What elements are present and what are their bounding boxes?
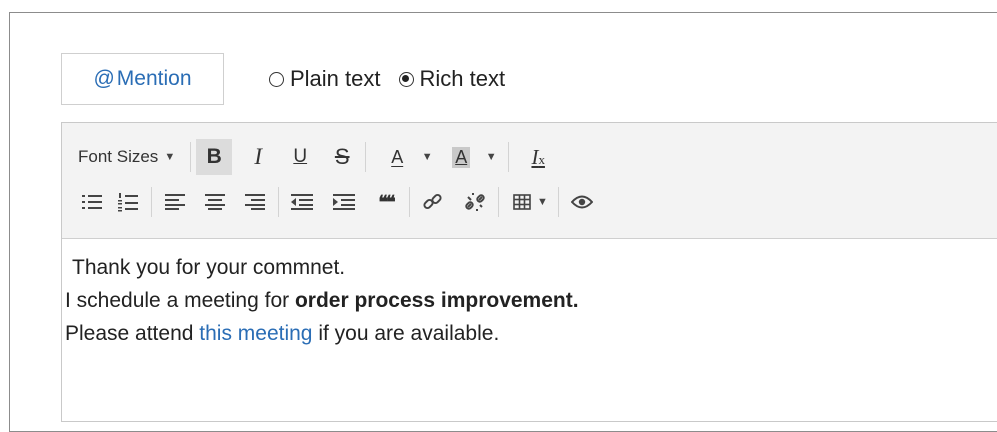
align-right-icon bbox=[245, 194, 265, 210]
clear-format-icon: Ix bbox=[531, 144, 545, 169]
toolbar-separator bbox=[508, 142, 510, 172]
radio-unchecked-icon[interactable] bbox=[269, 71, 284, 87]
toolbar-row-2: ❝❝ ▼ bbox=[62, 182, 997, 222]
caret-down-icon: ▼ bbox=[421, 151, 433, 163]
unlink-icon bbox=[465, 193, 485, 211]
bullet-list-icon bbox=[82, 195, 102, 209]
table-icon bbox=[513, 194, 531, 210]
text-color-icon: A bbox=[391, 146, 404, 167]
rich-text-editor: Font Sizes ▼ B I U S A ▼ A ▼ Ix ❝❝ ▼ Tha… bbox=[61, 122, 997, 422]
strikethrough-button[interactable]: S bbox=[324, 139, 360, 175]
numbered-list-button[interactable] bbox=[110, 184, 146, 220]
link-button[interactable] bbox=[415, 184, 451, 220]
numbered-list-icon bbox=[118, 193, 138, 212]
table-dropdown-button[interactable]: ▼ bbox=[508, 184, 553, 220]
background-color-icon: A bbox=[452, 146, 471, 168]
radio-checked-icon[interactable] bbox=[398, 71, 414, 87]
align-left-icon bbox=[165, 194, 185, 210]
align-center-icon bbox=[205, 194, 225, 210]
toolbar-separator bbox=[151, 187, 152, 217]
toolbar-separator bbox=[557, 187, 559, 217]
outdent-button[interactable] bbox=[284, 184, 320, 220]
editor-content[interactable]: Thank you for your commnet. I schedule a… bbox=[62, 239, 997, 421]
caret-down-icon: ▼ bbox=[164, 151, 176, 163]
mention-label: Mention bbox=[116, 67, 192, 90]
rich-text-label: Rich text bbox=[419, 66, 506, 91]
align-center-button[interactable] bbox=[197, 184, 233, 220]
toolbar-separator bbox=[278, 187, 279, 217]
content-text: if you are available. bbox=[312, 322, 500, 345]
indent-icon bbox=[333, 194, 355, 210]
content-line-2: I schedule a meeting for order process i… bbox=[62, 284, 997, 317]
content-text: Please attend bbox=[65, 322, 200, 345]
editor-toolbar: Font Sizes ▼ B I U S A ▼ A ▼ Ix ❝❝ ▼ bbox=[62, 123, 997, 239]
content-text: I schedule a meeting for bbox=[65, 289, 295, 312]
toolbar-separator bbox=[409, 187, 410, 217]
background-color-button[interactable]: A bbox=[443, 139, 479, 175]
text-color-dropdown[interactable]: ▼ bbox=[415, 139, 439, 175]
toolbar-row-1: Font Sizes ▼ B I U S A ▼ A ▼ Ix bbox=[62, 137, 997, 177]
toolbar-separator bbox=[190, 142, 192, 172]
bold-button[interactable]: B bbox=[196, 139, 233, 175]
font-sizes-label: Font Sizes bbox=[78, 147, 159, 166]
preview-button[interactable] bbox=[564, 184, 600, 220]
text-color-button[interactable]: A bbox=[379, 139, 415, 175]
caret-down-icon: ▼ bbox=[485, 151, 497, 163]
font-sizes-dropdown[interactable]: Font Sizes ▼ bbox=[62, 139, 185, 175]
plain-text-label: Plain text bbox=[290, 66, 381, 91]
bold-text: order process improvement. bbox=[294, 289, 579, 312]
rich-text-radio[interactable]: Rich text bbox=[398, 66, 506, 92]
plain-text-radio[interactable]: Plain text bbox=[269, 66, 381, 92]
caret-down-icon: ▼ bbox=[537, 196, 548, 208]
link-icon bbox=[423, 193, 442, 210]
align-left-button[interactable] bbox=[157, 184, 193, 220]
mention-button[interactable]: @ Mention bbox=[61, 53, 224, 105]
toolbar-separator bbox=[498, 187, 499, 217]
content-line-1: Thank you for your commnet. bbox=[72, 256, 346, 279]
align-right-button[interactable] bbox=[237, 184, 273, 220]
indent-button[interactable] bbox=[326, 184, 362, 220]
format-selector: Plain text Rich text bbox=[269, 62, 505, 96]
preview-icon bbox=[570, 195, 593, 209]
toolbar-separator bbox=[365, 142, 367, 172]
italic-button[interactable]: I bbox=[240, 139, 276, 175]
blockquote-icon: ❝❝ bbox=[378, 191, 395, 212]
content-line-3: Please attend this meeting if you are av… bbox=[62, 317, 997, 350]
bullet-list-button[interactable] bbox=[74, 184, 110, 220]
blockquote-button[interactable]: ❝❝ bbox=[368, 184, 404, 220]
at-icon: @ bbox=[93, 67, 115, 90]
clear-format-button[interactable]: Ix bbox=[520, 139, 556, 175]
meeting-link[interactable]: this meeting bbox=[199, 322, 312, 345]
outdent-icon bbox=[291, 194, 313, 210]
unlink-button[interactable] bbox=[457, 184, 493, 220]
background-color-dropdown[interactable]: ▼ bbox=[479, 139, 503, 175]
underline-button[interactable]: U bbox=[282, 139, 318, 175]
